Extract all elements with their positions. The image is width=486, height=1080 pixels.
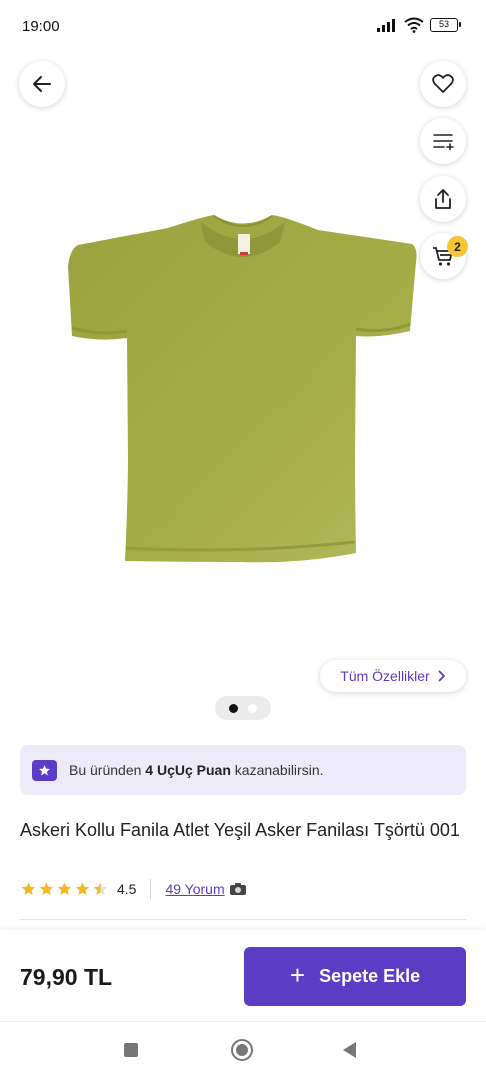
carousel-dot-active: [229, 703, 238, 713]
system-nav-bar: [0, 1022, 486, 1080]
star-icon: [21, 882, 36, 895]
star-half-icon: [93, 882, 108, 895]
star-badge-icon: [32, 759, 57, 781]
nav-back-icon[interactable]: [343, 1042, 356, 1058]
points-amount: 4 UçUç Puan: [145, 762, 231, 778]
status-time: 19:00: [22, 18, 60, 35]
rating-value: 4.5: [117, 881, 137, 897]
chevron-right-icon: [438, 670, 446, 682]
status-bar: 19:00 53: [0, 0, 486, 56]
filter-list-icon: [433, 134, 454, 150]
rating-row: 4.5 49 Yorum: [20, 878, 247, 900]
add-to-cart-button[interactable]: + Sepete Ekle: [244, 947, 466, 1006]
camera-icon: [229, 882, 247, 896]
status-icons: 53: [376, 17, 461, 33]
add-to-list-button[interactable]: [420, 118, 466, 164]
cart-count-badge: 2: [447, 236, 468, 257]
back-button[interactable]: [19, 61, 65, 107]
heart-icon: [432, 74, 454, 93]
share-button[interactable]: [420, 176, 466, 222]
rating-stars: [20, 881, 109, 897]
purchase-bar: 79,90 TL + Sepete Ekle: [0, 930, 486, 1022]
product-image-gallery[interactable]: [0, 56, 486, 724]
points-prefix: Bu üründen: [69, 762, 146, 778]
rating-divider: [150, 879, 152, 899]
star-icon: [75, 882, 90, 895]
plus-icon: +: [289, 960, 306, 990]
product-price: 79,90 TL: [20, 964, 113, 990]
product-title: Askeri Kollu Fanila Atlet Yeşil Asker Fa…: [20, 820, 460, 840]
home-icon[interactable]: [231, 1039, 253, 1061]
product-image: [68, 215, 417, 563]
star-icon: [39, 882, 54, 895]
carousel-indicator[interactable]: [215, 696, 271, 720]
points-suffix: kazanabilirsin.: [230, 762, 324, 778]
all-features-button[interactable]: Tüm Özellikler: [320, 660, 466, 692]
cart-button[interactable]: 2: [420, 233, 468, 279]
section-divider: [20, 919, 466, 920]
add-to-cart-label: Sepete Ekle: [319, 966, 421, 986]
star-icon: [57, 882, 72, 895]
points-text: Bu üründen 4 UçUç Puan kazanabilirsin.: [69, 762, 324, 778]
share-icon: [435, 189, 451, 209]
favorite-button[interactable]: [420, 61, 466, 107]
back-arrow-icon: [33, 76, 51, 92]
reviews-link[interactable]: 49 Yorum: [165, 881, 224, 897]
recents-icon[interactable]: [124, 1043, 138, 1057]
wifi-icon: [404, 17, 424, 33]
signal-icon: [377, 19, 395, 32]
points-banner: Bu üründen 4 UçUç Puan kazanabilirsin.: [20, 745, 466, 795]
carousel-dot: [248, 703, 257, 713]
battery-icon: 53: [430, 18, 461, 32]
all-features-label: Tüm Özellikler: [340, 668, 430, 684]
